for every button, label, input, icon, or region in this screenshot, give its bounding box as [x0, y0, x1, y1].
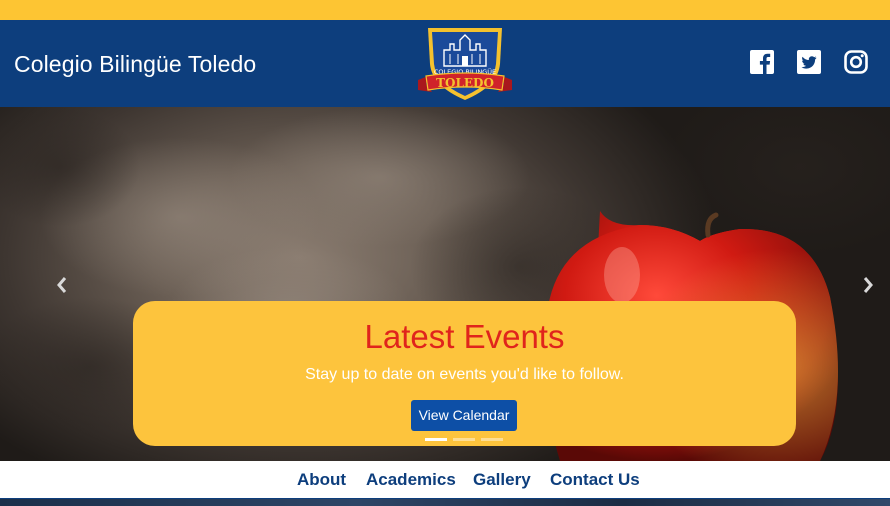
- site-header: Colegio Bilingüe Toledo COLEGIO BILINGÜE…: [0, 20, 890, 107]
- nav-item-about[interactable]: About: [297, 470, 346, 490]
- view-calendar-button[interactable]: View Calendar: [411, 400, 517, 431]
- chevron-right-icon: [863, 277, 873, 293]
- top-accent-bar: [0, 0, 890, 20]
- school-crest-icon: COLEGIO BILINGÜE TOLEDO: [418, 28, 512, 100]
- nav-item-gallery[interactable]: Gallery: [473, 470, 531, 490]
- twitter-link[interactable]: [797, 50, 821, 74]
- chevron-left-icon: [57, 277, 67, 293]
- instagram-icon: [844, 50, 868, 74]
- nav-item-contact-us[interactable]: Contact Us: [550, 470, 640, 490]
- hero-carousel: Latest Events Stay up to date on events …: [0, 107, 890, 461]
- school-logo[interactable]: COLEGIO BILINGÜE TOLEDO: [414, 24, 516, 104]
- carousel-indicator-1[interactable]: [425, 438, 447, 441]
- carousel-next-button[interactable]: [860, 275, 876, 295]
- twitter-icon: [797, 50, 821, 74]
- instagram-link[interactable]: [844, 50, 868, 74]
- carousel-caption: Latest Events Stay up to date on events …: [133, 301, 796, 446]
- caption-title: Latest Events: [364, 318, 565, 355]
- carousel-indicator-2[interactable]: [453, 438, 475, 441]
- caption-text: Stay up to date on events you'd like to …: [305, 366, 624, 383]
- facebook-link[interactable]: [750, 50, 774, 74]
- facebook-icon: [750, 50, 774, 74]
- nav-item-academics[interactable]: Academics: [366, 470, 456, 490]
- carousel-indicator-3[interactable]: [481, 438, 503, 441]
- site-title[interactable]: Colegio Bilingüe Toledo: [14, 50, 256, 78]
- carousel-prev-button[interactable]: [54, 275, 70, 295]
- svg-text:TOLEDO: TOLEDO: [436, 76, 494, 90]
- footer-image-strip: [0, 498, 890, 506]
- carousel-indicators: [425, 438, 505, 442]
- main-nav: About Academics Gallery Contact Us: [0, 461, 890, 498]
